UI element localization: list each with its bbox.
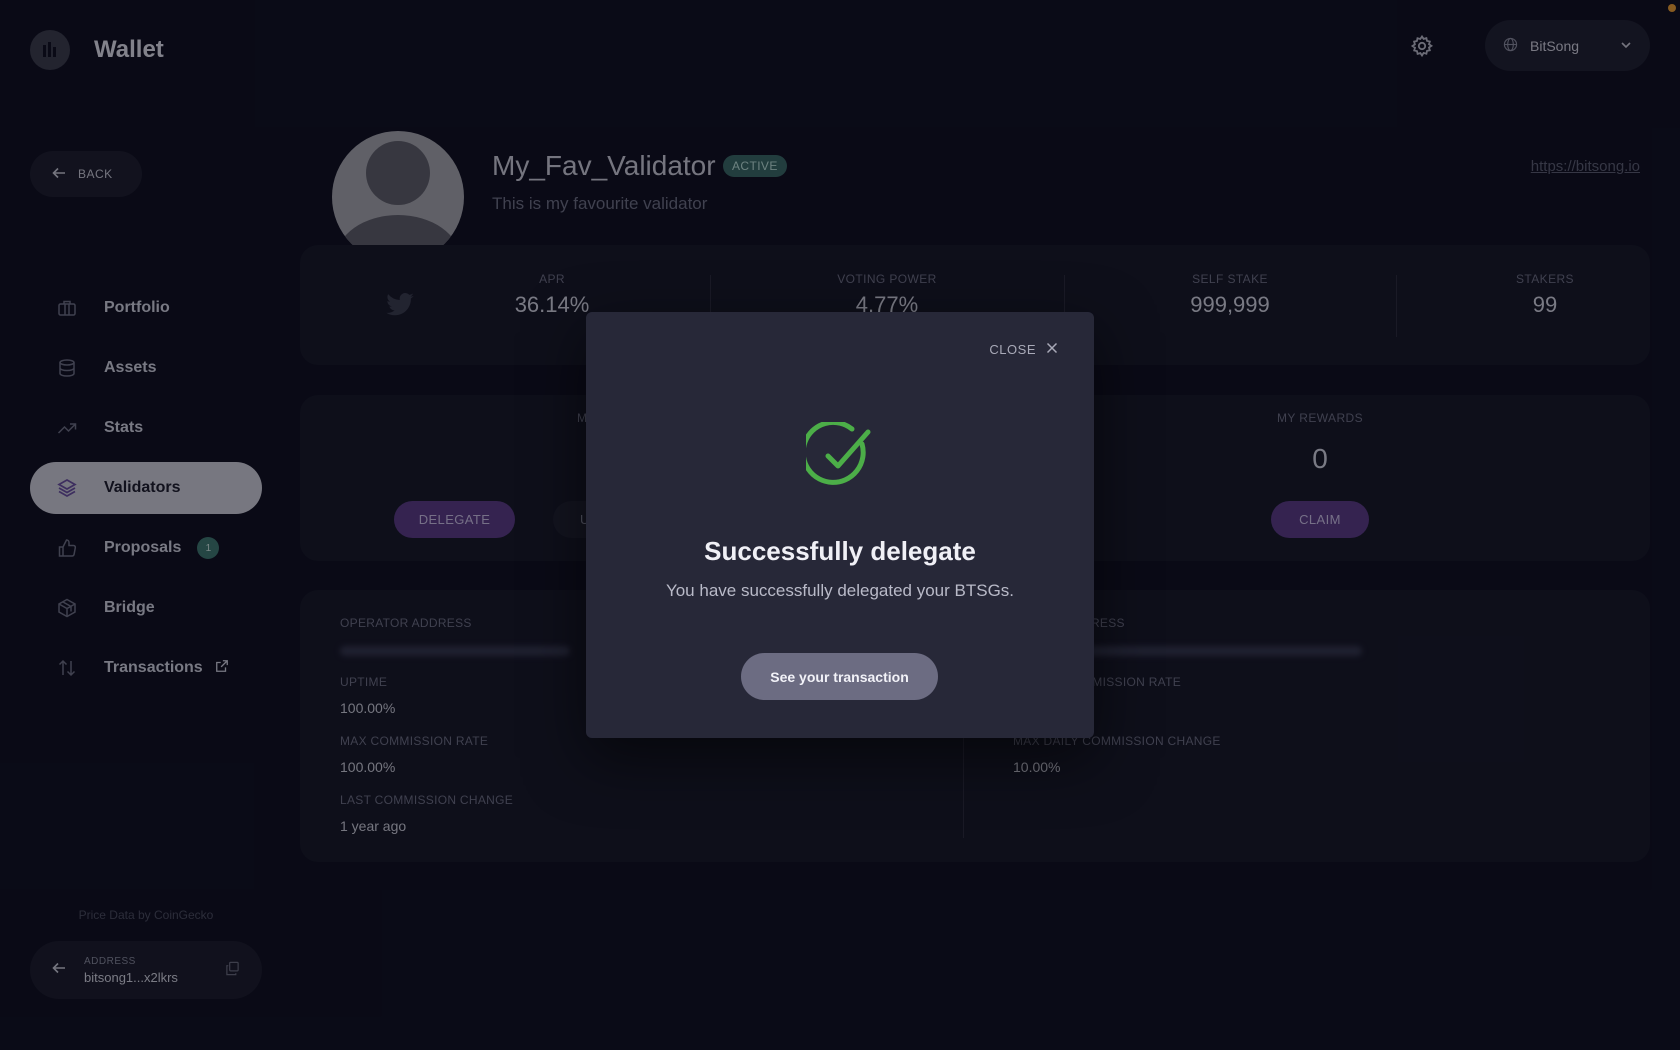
see-transaction-button[interactable]: See your transaction xyxy=(741,653,938,700)
success-check-icon xyxy=(806,422,871,485)
modal-title: Successfully delegate xyxy=(704,536,976,566)
close-icon xyxy=(1046,342,1058,357)
close-label: CLOSE xyxy=(989,342,1036,357)
modal-subtitle: You have successfully delegated your BTS… xyxy=(665,581,1015,600)
close-button[interactable]: CLOSE xyxy=(989,342,1058,357)
success-modal: CLOSE Successfully delegate You have suc… xyxy=(586,312,1094,738)
